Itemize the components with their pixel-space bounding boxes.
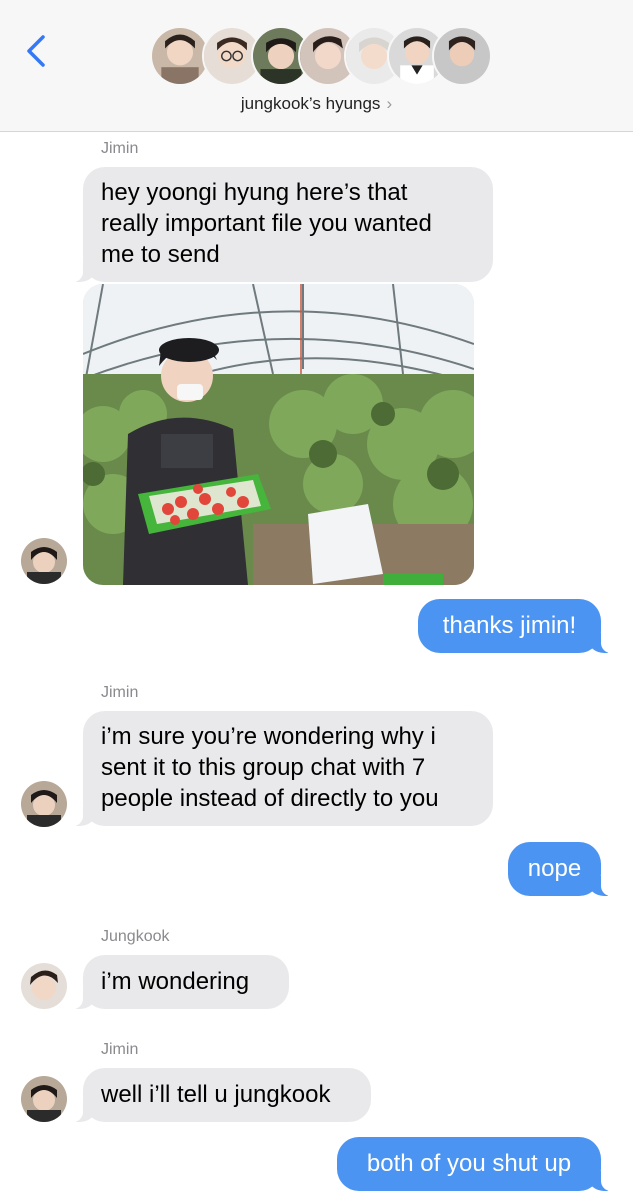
message-bubble-incoming[interactable]: i’m sure you’re wondering why i sent it … xyxy=(73,711,493,826)
message-line: well i’ll tell u jungkook xyxy=(101,1081,331,1108)
message-bubble-outgoing[interactable]: nope xyxy=(508,842,611,896)
message-line: i’m sure you’re wondering why i xyxy=(101,723,436,750)
sender-avatar[interactable] xyxy=(21,781,67,827)
shared-photo[interactable] xyxy=(83,284,474,585)
message-line: sent it to this group chat with 7 xyxy=(101,754,426,781)
group-name-label: jungkook’s hyungs xyxy=(240,94,381,113)
message-text: thanks jimin! xyxy=(442,612,577,639)
group-avatars[interactable] xyxy=(150,26,492,88)
message-line: people instead of directly to you xyxy=(101,785,439,812)
member-avatar xyxy=(432,26,492,86)
message-line: hey yoongi hyung here’s that xyxy=(101,179,408,206)
sender-avatar[interactable] xyxy=(21,538,67,584)
chevron-left-icon xyxy=(27,35,45,67)
sender-name: Jimin xyxy=(101,140,139,157)
sender-name: Jimin xyxy=(101,684,139,701)
message-bubble-incoming[interactable]: well i’ll tell u jungkook xyxy=(73,1068,371,1122)
message-bubble-incoming[interactable]: i’m wondering xyxy=(73,955,289,1009)
group-name[interactable]: jungkook’s hyungs › xyxy=(0,94,633,114)
message-bubble-outgoing[interactable]: both of you shut up xyxy=(337,1137,611,1191)
message-text: both of you shut up xyxy=(366,1150,572,1177)
message-bubble-incoming[interactable]: hey yoongi hyung here’s that really impo… xyxy=(73,167,493,282)
message-line: me to send xyxy=(101,241,220,268)
back-button[interactable] xyxy=(24,34,50,68)
chat-header: jungkook’s hyungs › xyxy=(0,0,633,132)
message-line: really important file you wanted xyxy=(101,210,432,237)
sender-name: Jimin xyxy=(101,1041,139,1058)
member-avatar xyxy=(150,26,210,86)
message-text: nope xyxy=(527,855,582,882)
chevron-right-icon: › xyxy=(386,94,393,113)
sender-avatar[interactable] xyxy=(21,963,67,1009)
message-bubble-outgoing[interactable]: thanks jimin! xyxy=(418,599,611,653)
sender-name: Jungkook xyxy=(101,928,170,945)
message-line: i’m wondering xyxy=(101,968,250,995)
sender-avatar[interactable] xyxy=(21,1076,67,1122)
